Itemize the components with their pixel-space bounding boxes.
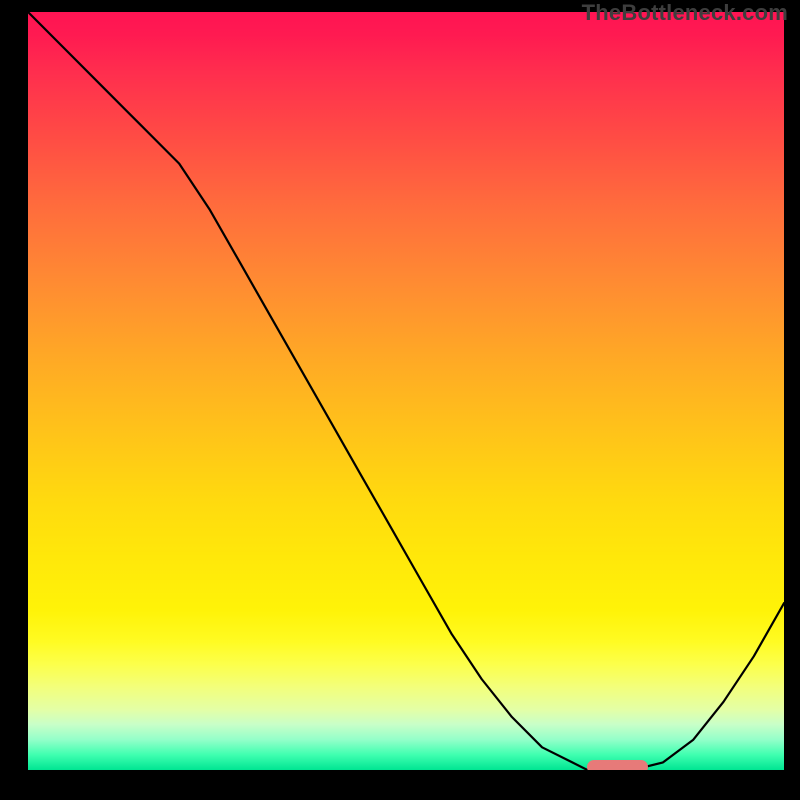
bottleneck-curve [28, 12, 784, 770]
y-axis [26, 12, 28, 772]
optimum-marker [587, 760, 647, 770]
watermark-text: TheBottleneck.com [582, 0, 788, 26]
x-axis [26, 770, 786, 772]
bottleneck-chart: TheBottleneck.com [0, 0, 800, 800]
plot-area [28, 12, 784, 770]
